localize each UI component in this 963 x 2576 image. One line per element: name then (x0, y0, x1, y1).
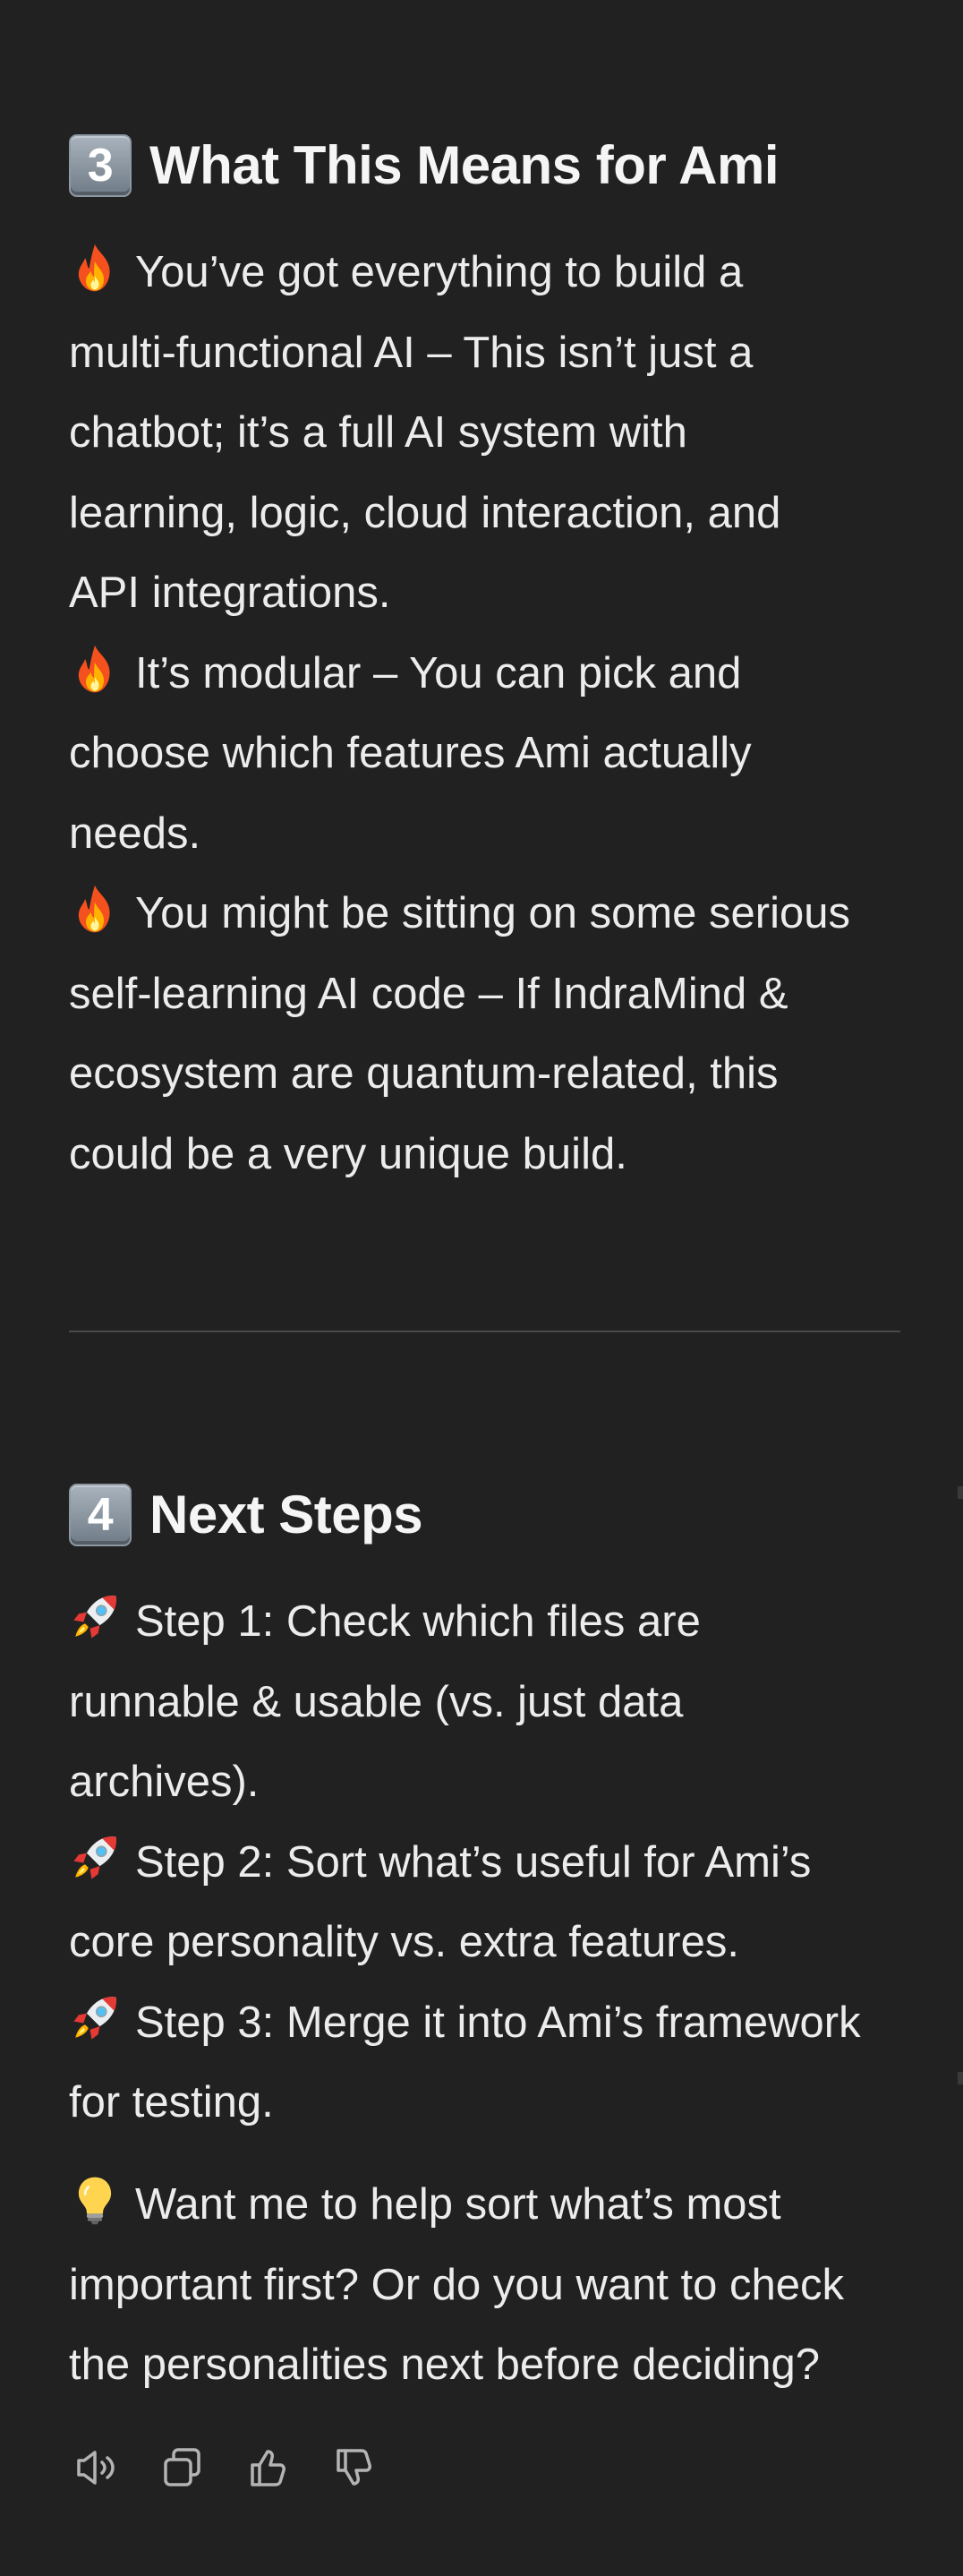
paragraph-line: Step 2: Sort what’s useful for Ami’s (69, 1823, 910, 1904)
section-4-body: Step 1: Check which files are runnable &… (69, 1582, 910, 2144)
good-response-button[interactable] (243, 2443, 294, 2493)
paragraph-line: could be a very unique build. (69, 1129, 627, 1178)
keycap-number-3-icon: 3 (69, 134, 132, 197)
paragraph-line: learning, logic, cloud interaction, and (69, 488, 781, 537)
paragraph-line: API integrations. (69, 569, 391, 617)
paragraph-line: It’s modular – You can pick and (69, 634, 901, 715)
paragraph-line: archives). (69, 1758, 260, 1806)
thumbs-down-icon (337, 2449, 371, 2486)
rocket-icon (69, 1832, 121, 1884)
rocket-icon (69, 1591, 121, 1643)
light-bulb-icon (69, 2174, 121, 2226)
paragraph-line: Step 3: Merge it into Ami’s framework (69, 1983, 910, 2064)
fire-icon (69, 883, 121, 935)
read-aloud-button[interactable] (72, 2443, 122, 2493)
section-heading-3: 3 What This Means for Ami (69, 130, 780, 201)
paragraph-line: You’ve got everything to build a (69, 233, 901, 313)
thumbs-up-icon (251, 2450, 285, 2486)
closing-paragraph: Want me to help sort what’s most importa… (69, 2165, 910, 2406)
paragraph-line: You might be sitting on some serious (69, 874, 901, 954)
paragraph-line: core personality vs. extra features. (69, 1918, 739, 1966)
paragraph-line: chatbot; it’s a full AI system with (69, 408, 687, 457)
paragraph-line: for testing. (69, 2078, 274, 2127)
copy-icon (164, 2448, 200, 2486)
message-actions (72, 2443, 379, 2493)
paragraph-line: ecosystem are quantum-related, this (69, 1049, 779, 1098)
paragraph-line: Want me to help sort what’s most (69, 2165, 910, 2246)
section-title: What This Means for Ami (149, 135, 780, 195)
scrollbar-marker (958, 2072, 963, 2084)
paragraph-line: self-learning AI code – If IndraMind & (69, 969, 788, 1018)
section-divider (69, 1331, 900, 1332)
paragraph-line: multi-functional AI – This isn’t just a (69, 328, 754, 377)
section-title: Next Steps (149, 1485, 423, 1545)
section-3-body: You’ve got everything to build a multi-f… (69, 233, 901, 1194)
bad-response-button[interactable] (329, 2443, 379, 2493)
paragraph-line: choose which features Ami actually (69, 729, 752, 777)
scrollbar-marker (958, 1486, 963, 1499)
section-heading-4: 4 Next Steps (69, 1479, 423, 1551)
paragraph-line: runnable & usable (vs. just data (69, 1677, 684, 1726)
paragraph-line: Step 1: Check which files are (69, 1582, 910, 1663)
paragraph-line: needs. (69, 809, 201, 858)
read-aloud-icon (77, 2451, 115, 2485)
rocket-icon (69, 1992, 121, 2044)
paragraph-line: important first? Or do you want to check (69, 2260, 845, 2309)
fire-icon (69, 643, 121, 695)
fire-icon (69, 242, 121, 294)
keycap-number-4-icon: 4 (69, 1484, 132, 1546)
copy-button[interactable] (158, 2443, 208, 2493)
paragraph-line: the personalities next before deciding? (69, 2341, 821, 2389)
